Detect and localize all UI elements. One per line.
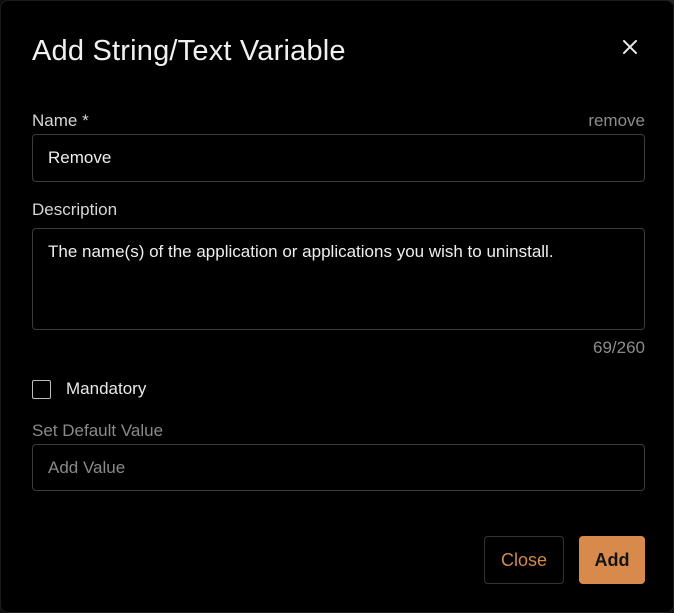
name-input[interactable]: Remove (32, 134, 645, 182)
description-label: Description (32, 200, 118, 219)
default-value-label: Set Default Value (32, 421, 164, 440)
mandatory-label: Mandatory (66, 379, 147, 398)
add-variable-dialog: Add String/Text Variable Name * remove R… (0, 0, 674, 613)
character-counter: 69/260 (593, 338, 645, 357)
default-value-placeholder: Add Value (48, 457, 126, 477)
dialog-title: Add String/Text Variable (32, 35, 346, 67)
name-label: Name * (32, 111, 89, 130)
close-icon (623, 40, 637, 54)
remove-link[interactable]: remove (561, 111, 645, 131)
name-input-value: Remove (48, 148, 112, 167)
mandatory-checkbox[interactable] (32, 380, 51, 399)
description-value: The name(s) of the application or applic… (48, 242, 554, 261)
close-dialog-button[interactable] (617, 34, 643, 60)
add-button[interactable]: Add (579, 536, 645, 584)
close-button[interactable]: Close (484, 536, 564, 584)
description-textarea[interactable]: The name(s) of the application or applic… (32, 228, 645, 330)
default-value-input[interactable]: Add Value (32, 444, 645, 491)
